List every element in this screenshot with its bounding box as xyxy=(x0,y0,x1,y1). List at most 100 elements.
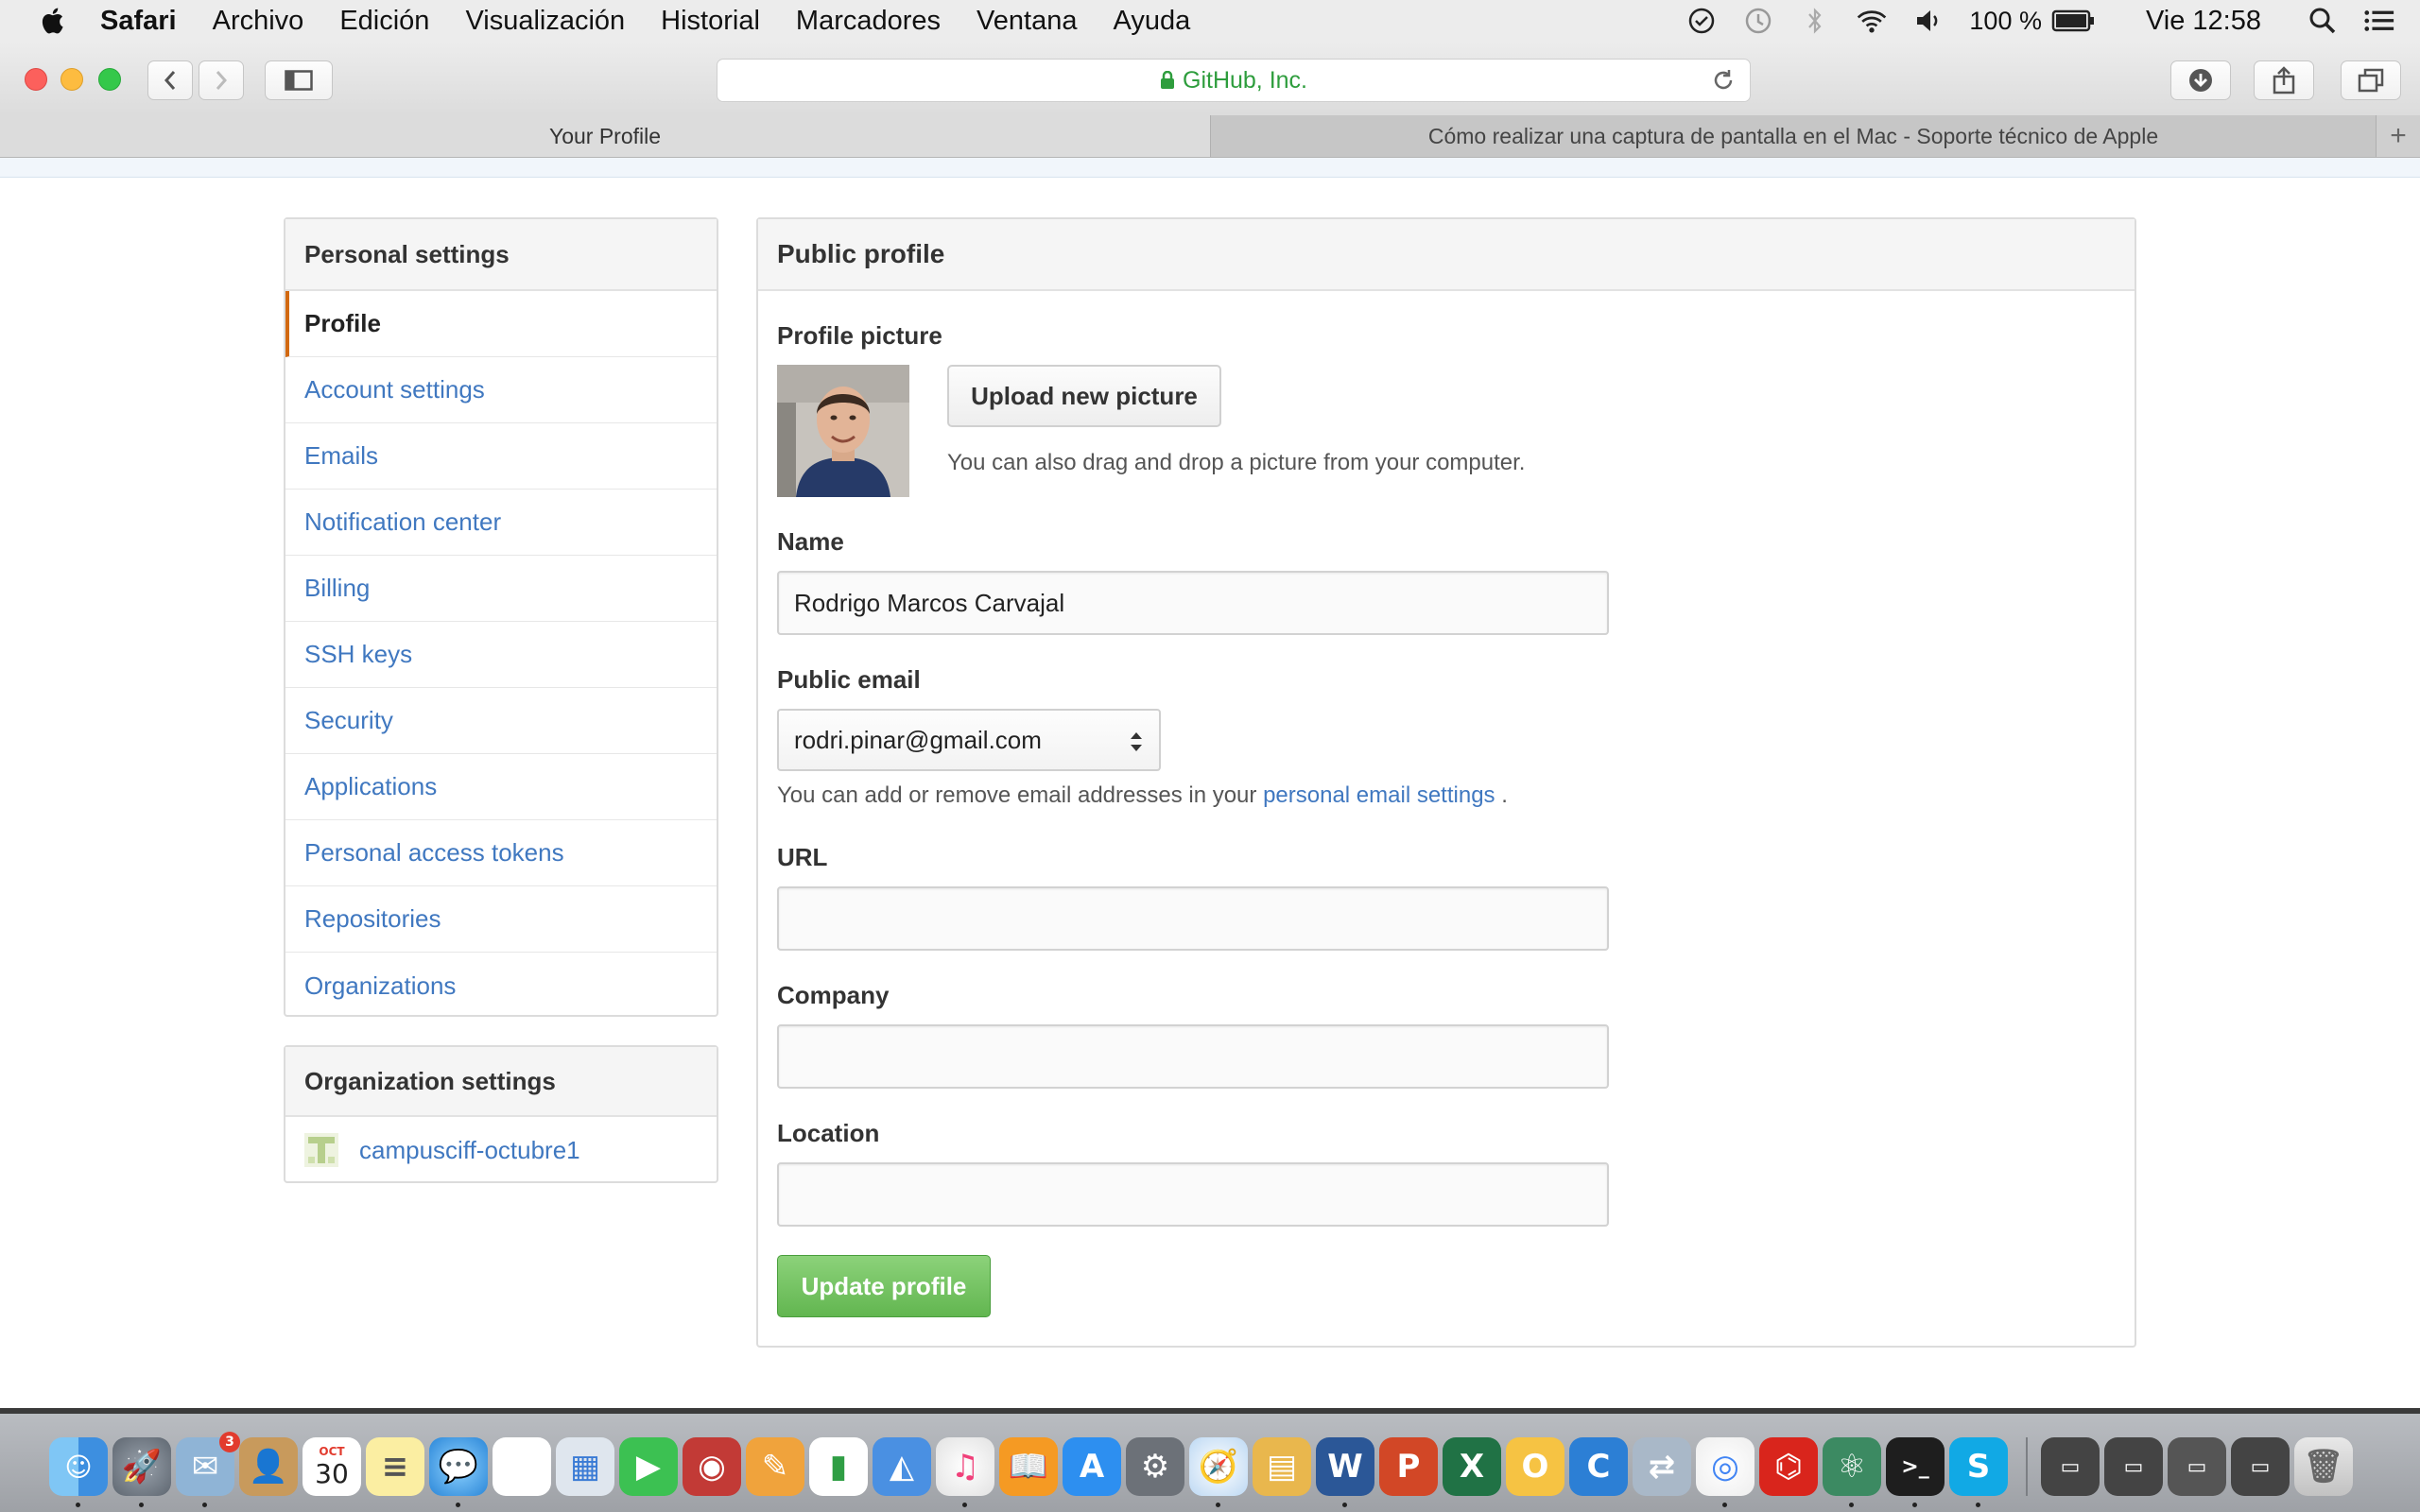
network-utility-icon[interactable]: ⇄ xyxy=(1633,1437,1691,1496)
atom-icon[interactable]: ⚛ xyxy=(1823,1437,1881,1507)
public-email-select[interactable]: rodri.pinar@gmail.com xyxy=(777,709,1161,771)
skype-icon[interactable]: S xyxy=(1949,1437,2008,1507)
minimized-window-1-icon[interactable]: ▭ xyxy=(2041,1437,2100,1496)
outlook-icon[interactable]: O xyxy=(1506,1437,1564,1496)
reload-icon[interactable] xyxy=(1710,67,1737,94)
back-button[interactable] xyxy=(147,60,193,100)
apple-icon[interactable] xyxy=(40,7,64,35)
minimize-window-button[interactable] xyxy=(60,68,83,91)
company-input[interactable] xyxy=(777,1024,1609,1089)
personal-settings-menu: Personal settings Profile Account settin… xyxy=(284,217,718,1017)
keynote-icon[interactable]: ◭ xyxy=(873,1437,931,1496)
contacts-icon[interactable]: 👤 xyxy=(239,1437,298,1496)
menu-historial[interactable]: Historial xyxy=(661,6,760,37)
photos-icon[interactable]: ✿ xyxy=(493,1437,551,1496)
app-store-icon[interactable]: A xyxy=(1063,1437,1121,1496)
sidebar-item-personal-access-tokens[interactable]: Personal access tokens xyxy=(285,820,717,886)
powerpoint-icon[interactable]: P xyxy=(1379,1437,1438,1496)
upload-picture-button[interactable]: Upload new picture xyxy=(947,365,1221,427)
close-window-button[interactable] xyxy=(25,68,47,91)
photo-booth-icon[interactable]: ◉ xyxy=(683,1437,741,1496)
messages-icon[interactable]: 💬 xyxy=(429,1437,488,1507)
pages-icon[interactable]: ✎ xyxy=(746,1437,804,1496)
time-machine-icon[interactable] xyxy=(1742,5,1774,37)
finder-icon[interactable]: ☺ xyxy=(49,1437,108,1507)
minimized-window-2-icon[interactable]: ▭ xyxy=(2104,1437,2163,1496)
sidebar-item-repositories[interactable]: Repositories xyxy=(285,886,717,953)
terminal-icon[interactable]: >_ xyxy=(1886,1437,1945,1507)
wifi-icon[interactable] xyxy=(1856,5,1888,37)
trash-icon[interactable]: 🗑 xyxy=(2294,1437,2353,1496)
menu-visualizacion[interactable]: Visualización xyxy=(465,6,625,37)
email-note-suffix: . xyxy=(1501,782,1508,808)
organization-avatar xyxy=(304,1133,338,1167)
launchpad-icon[interactable]: 🚀 xyxy=(112,1437,171,1507)
sidebar-item-account-settings[interactable]: Account settings xyxy=(285,357,717,423)
share-button[interactable] xyxy=(2254,60,2314,100)
name-input[interactable] xyxy=(777,571,1609,635)
notes-icon[interactable]: ≡ xyxy=(366,1437,424,1496)
tab-overview-button[interactable] xyxy=(2341,60,2401,100)
tab-apple-support[interactable]: Cómo realizar una captura de pantalla en… xyxy=(1211,115,2377,157)
ibooks-icon[interactable]: 📖 xyxy=(999,1437,1058,1496)
sidebar-item-applications[interactable]: Applications xyxy=(285,754,717,820)
profile-picture-label: Profile picture xyxy=(777,321,942,350)
url-input[interactable] xyxy=(777,886,1609,951)
address-bar[interactable]: GitHub, Inc. xyxy=(717,59,1751,102)
downloads-button[interactable] xyxy=(2170,60,2231,100)
personal-email-settings-link[interactable]: personal email settings xyxy=(1263,782,1495,808)
profile-avatar[interactable] xyxy=(777,365,909,497)
address-text: GitHub, Inc. xyxy=(1183,66,1307,94)
public-email-label: Public email xyxy=(777,665,921,694)
new-tab-button[interactable]: + xyxy=(2377,115,2420,157)
menu-marcadores[interactable]: Marcadores xyxy=(796,6,941,37)
battery-icon[interactable] xyxy=(2051,5,2095,37)
forward-button[interactable] xyxy=(199,60,244,100)
system-preferences-icon[interactable]: ⚙ xyxy=(1126,1437,1184,1496)
menu-ventana[interactable]: Ventana xyxy=(977,6,1077,37)
volume-icon[interactable] xyxy=(1912,5,1945,37)
sidebar-item-organization[interactable]: campusciff-octubre1 xyxy=(285,1117,717,1183)
sidebar-item-organizations[interactable]: Organizations xyxy=(285,953,717,1019)
sidebar-item-security[interactable]: Security xyxy=(285,688,717,754)
minimized-window-3-icon[interactable]: ▭ xyxy=(2168,1437,2226,1496)
minimized-window-4-icon[interactable]: ▭ xyxy=(2231,1437,2290,1496)
menu-app-safari[interactable]: Safari xyxy=(100,6,177,37)
calendar-month: OCT xyxy=(319,1444,345,1458)
calendar-day: 30 xyxy=(315,1457,349,1489)
zoom-window-button[interactable] xyxy=(98,68,121,91)
clock[interactable]: Vie 12:58 xyxy=(2146,6,2261,37)
menu-edicion[interactable]: Edición xyxy=(339,6,429,37)
acrobat-icon[interactable]: ⌬ xyxy=(1759,1437,1818,1496)
chrome-icon[interactable]: ◎ xyxy=(1696,1437,1754,1507)
word-icon[interactable]: W xyxy=(1316,1437,1374,1507)
sidebar-toggle-button[interactable] xyxy=(265,60,333,100)
facetime-icon[interactable]: ▶ xyxy=(619,1437,678,1496)
tab-your-profile[interactable]: Your Profile xyxy=(0,115,1211,157)
drag-drop-note: You can also drag and drop a picture fro… xyxy=(947,450,1526,475)
itunes-icon[interactable]: ♫ xyxy=(936,1437,994,1507)
location-input[interactable] xyxy=(777,1162,1609,1227)
sidebar-item-profile[interactable]: Profile xyxy=(285,291,717,357)
notification-center-icon[interactable] xyxy=(2363,5,2395,37)
sidebar-item-billing[interactable]: Billing xyxy=(285,556,717,622)
sidebar-item-notification-center[interactable]: Notification center xyxy=(285,490,717,556)
menu-ayuda[interactable]: Ayuda xyxy=(1114,6,1191,37)
c-app-icon[interactable]: C xyxy=(1569,1437,1628,1496)
numbers-icon[interactable]: ▮ xyxy=(809,1437,868,1496)
excel-icon[interactable]: X xyxy=(1443,1437,1501,1496)
safari-icon[interactable]: 🧭 xyxy=(1189,1437,1248,1507)
battery-percentage[interactable]: 100 % xyxy=(1969,7,2042,36)
archive-utility-icon[interactable]: ▤ xyxy=(1253,1437,1311,1496)
calendar-icon[interactable]: OCT 30 xyxy=(302,1437,361,1496)
bluetooth-icon[interactable] xyxy=(1799,5,1831,37)
menu-archivo[interactable]: Archivo xyxy=(213,6,304,37)
task-check-icon[interactable] xyxy=(1685,5,1718,37)
mail-icon[interactable]: ✉ 3 xyxy=(176,1432,240,1507)
sidebar-item-emails[interactable]: Emails xyxy=(285,423,717,490)
sidebar-item-ssh-keys[interactable]: SSH keys xyxy=(285,622,717,688)
spotlight-search-icon[interactable] xyxy=(2307,5,2339,37)
browser-toolbar: GitHub, Inc. xyxy=(0,42,2420,116)
update-profile-button[interactable]: Update profile xyxy=(777,1255,991,1317)
preview-icon[interactable]: ▦ xyxy=(556,1437,614,1496)
